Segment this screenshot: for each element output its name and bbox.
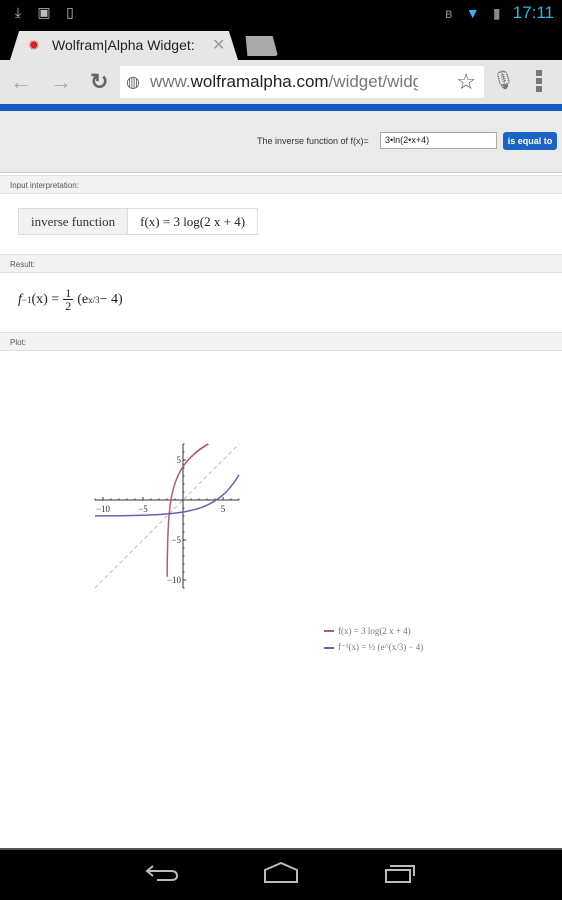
x-tick-label: 5	[221, 504, 226, 514]
wolfram-star-icon: ✹	[28, 37, 40, 53]
series-f	[166, 443, 209, 577]
star-icon[interactable]: ☆	[456, 69, 476, 95]
browser-toolbar: ← → ↻ ◍ www.wolframalpha.com/widget/widg…	[0, 60, 562, 104]
recent-apps-icon[interactable]	[384, 862, 416, 884]
menu-icon[interactable]	[536, 70, 542, 92]
series-f-inverse	[95, 474, 240, 517]
tab-strip: ✹ Wolfram|Alpha Widget: ✕	[0, 26, 562, 60]
battery-charging-icon: ▮	[492, 5, 501, 21]
legend-item-finv: f⁻¹(x) = ½ (e^(x/3) − 4)	[324, 642, 423, 653]
clock: 17:11	[512, 3, 554, 22]
home-nav-icon[interactable]	[263, 862, 299, 884]
bluetooth-icon: ʙ	[445, 5, 453, 21]
sd-card-icon: ▯	[66, 4, 74, 20]
android-nav-bar	[0, 848, 562, 900]
y-tick-label: −10	[167, 575, 182, 585]
wifi-icon: ▼	[465, 5, 480, 21]
function-plot: −10 −5 5 5 −5 −10	[94, 443, 240, 589]
y-tick-label: −5	[171, 535, 181, 545]
back-nav-icon[interactable]	[145, 862, 179, 882]
download-icon: ⤓	[14, 4, 22, 20]
y-tick-label: 5	[177, 455, 182, 465]
legend-item-f: f(x) = 3 log(2 x + 4)	[324, 626, 423, 636]
globe-icon: ◍	[126, 74, 140, 91]
new-tab-button[interactable]	[245, 36, 278, 56]
image-icon: ▣	[37, 4, 51, 20]
mic-icon[interactable]: 🎙	[492, 70, 515, 91]
url-bar[interactable]: ◍ www.wolframalpha.com/widget/widge ☆	[120, 66, 484, 98]
back-icon[interactable]: ←	[10, 69, 32, 95]
plot-legend: f(x) = 3 log(2 x + 4) f⁻¹(x) = ½ (e^(x/3…	[324, 626, 423, 659]
tab-title: Wolfram|Alpha Widget:	[52, 37, 195, 53]
close-tab-icon[interactable]: ✕	[212, 35, 225, 55]
x-tick-label: −5	[138, 504, 148, 514]
reload-icon[interactable]: ↻	[90, 69, 108, 95]
x-tick-label: −10	[96, 504, 111, 514]
page-content: The inverse function of f(x)= 3•ln(2•x+4…	[0, 111, 562, 848]
page-top-bar	[0, 104, 562, 111]
url-text[interactable]: www.wolframalpha.com/widget/widge	[150, 72, 418, 92]
status-bar: ⤓ ▣ ▯ ʙ ▼ ▮ 17:11	[0, 0, 562, 26]
browser-tab[interactable]: ✹ Wolfram|Alpha Widget: ✕	[10, 31, 238, 60]
forward-icon[interactable]: →	[50, 69, 72, 95]
